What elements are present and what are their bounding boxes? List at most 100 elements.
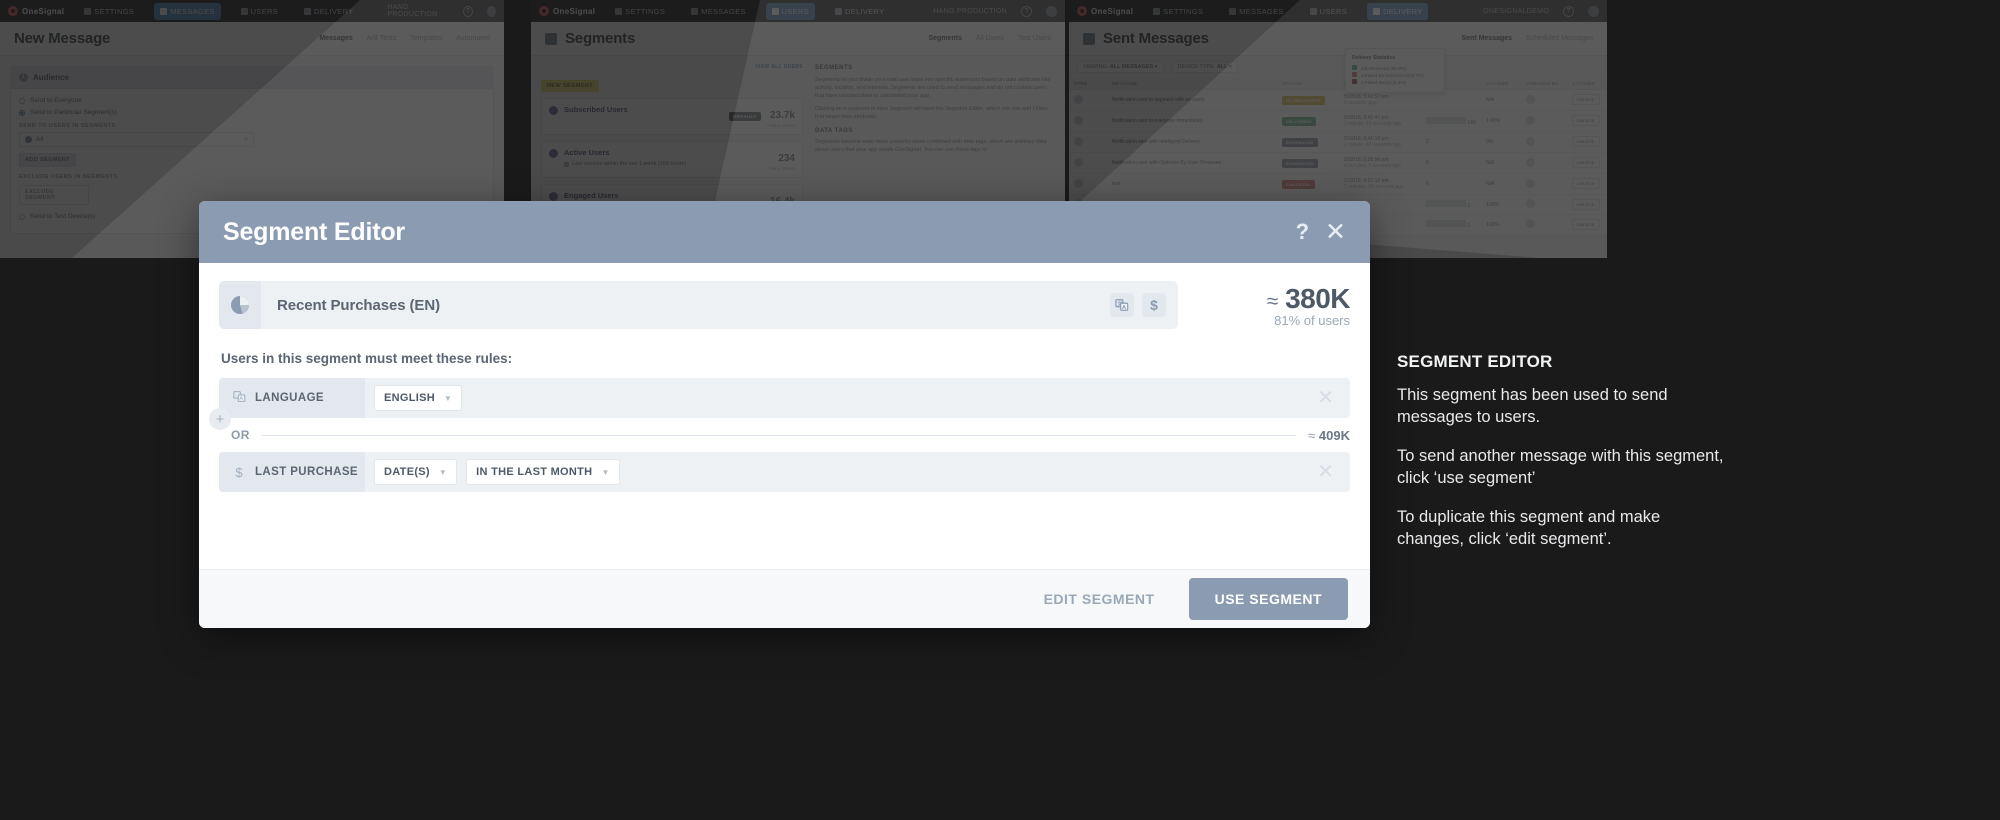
segment-count-label: View Users (769, 123, 795, 128)
delivery-bar (1426, 200, 1466, 207)
tab-sent-messages[interactable]: Sent Messages (1461, 35, 1512, 42)
nav-messages[interactable]: MESSAGES (1223, 3, 1290, 20)
table-row[interactable]: Notification sent with Intelligent Deliv… (1069, 131, 1607, 153)
user-avatar-icon[interactable] (486, 5, 496, 17)
user-avatar-icon[interactable] (1046, 5, 1057, 17)
nav-users[interactable]: USERS (235, 3, 284, 20)
tab-segments[interactable]: Segments (928, 35, 961, 42)
nav-delivery[interactable]: DELIVERY (298, 3, 359, 20)
app-name-label[interactable]: HANG PRODUCTION (387, 4, 449, 18)
help-icon[interactable]: ? (463, 5, 473, 17)
legend-swatch (1352, 65, 1357, 70)
nav-settings[interactable]: SETTINGS (1147, 3, 1209, 20)
new-segment-button[interactable]: NEW SEGMENT (541, 80, 599, 92)
segment-name-card[interactable]: Recent Purchases (EN) 文 A $ (219, 281, 1178, 329)
device-type-filter[interactable]: DEVICE TYPE: ALL ▾ (1171, 61, 1238, 73)
info-heading: SEGMENTS (815, 65, 853, 71)
table-row[interactable]: Notification sent to segment with no use… (1069, 89, 1607, 111)
account-label[interactable]: ONESIGNALDEMO (1483, 8, 1549, 15)
remove-rule-icon[interactable]: ✕ (1317, 388, 1334, 408)
cell-message: test (1107, 173, 1277, 195)
tab-messages[interactable]: Messages (319, 35, 352, 42)
rule-value-select-timeframe[interactable]: IN THE LAST MONTH ▼ (466, 459, 620, 485)
nav-label: MESSAGES (701, 6, 746, 16)
nav-messages[interactable]: MESSAGES (154, 2, 221, 20)
close-x-icon[interactable]: × (244, 136, 248, 143)
remove-rule-icon[interactable]: ✕ (1317, 462, 1334, 482)
close-x-icon[interactable]: ✕ (1325, 219, 1346, 245)
dollar-icon: $ (1142, 293, 1166, 317)
tab-templates[interactable]: Templates (410, 35, 442, 42)
delete-button[interactable]: DELETE (1572, 198, 1600, 210)
tab-test-users[interactable]: Test Users (1018, 35, 1051, 42)
viewing-filter[interactable]: VIEWING: ALL MESSAGES ▾ (1077, 61, 1164, 73)
segments-body: VIEW ALL USERS NEW SEGMENT Subscribed Us… (531, 56, 1065, 204)
modal-title: Segment Editor (223, 217, 405, 246)
tab-all-users[interactable]: All Users (976, 35, 1004, 42)
nav-delivery[interactable]: DELIVERY (1367, 2, 1429, 20)
nav-settings[interactable]: SETTINGS (609, 3, 671, 20)
cell-clicked: 1.43% (1481, 110, 1521, 132)
segment-list-item[interactable]: Subscribed Users DEFAULT 23.7k View User… (541, 98, 803, 135)
segment-name: Recent Purchases (EN) (277, 296, 440, 314)
cell-actions: DELETE (1567, 131, 1607, 153)
table-row[interactable]: Notification sent to everyone immediatel… (1069, 110, 1607, 132)
exclude-segment-button[interactable]: EXCLUDE SEGMENT (19, 185, 89, 205)
nav-delivery[interactable]: DELIVERY (829, 3, 890, 20)
tab-scheduled-messages[interactable]: Scheduled Messages (1526, 35, 1593, 42)
nav-messages[interactable]: MESSAGES (685, 3, 752, 20)
add-rule-button[interactable]: + (209, 408, 231, 430)
rule-value-select-dates[interactable]: DATE(S) ▼ (374, 459, 458, 485)
edit-segment-button[interactable]: EDIT SEGMENT (1030, 581, 1169, 617)
segment-badges: 文 A $ (1110, 293, 1178, 317)
audience-title: Audience (33, 73, 70, 82)
delete-button[interactable]: DELETE (1572, 115, 1600, 126)
cell-actions: DELETE (1567, 194, 1607, 215)
cell-sent-at: 5/18/18, 5:41:19 pm 1 minute, 43 seconds … (1339, 131, 1421, 153)
delete-button[interactable]: DELETE (1572, 94, 1600, 105)
nav-users[interactable]: USERS (765, 2, 816, 20)
user-avatar-icon[interactable] (1588, 5, 1599, 17)
people-icon (240, 7, 248, 15)
delete-button[interactable]: DELETE (1572, 218, 1600, 230)
view-all-users-link[interactable]: VIEW ALL USERS (541, 64, 803, 70)
question-mark-icon[interactable]: ? (1296, 221, 1309, 243)
segment-list-item[interactable]: Active Users Last session within the las… (541, 141, 803, 178)
tab-automated[interactable]: Automated (456, 35, 490, 42)
avatar (1526, 199, 1535, 208)
delete-button[interactable]: DELETE (1572, 136, 1600, 147)
use-segment-button[interactable]: USE SEGMENT (1188, 578, 1348, 620)
cell-delivery-bar: 0 (1421, 152, 1481, 174)
col-created-by: CREATED BY (1521, 78, 1567, 90)
help-icon[interactable]: ? (1563, 5, 1574, 17)
help-icon[interactable]: ? (1021, 5, 1032, 17)
segment-count: 234 (778, 153, 795, 164)
tab-ab-tests[interactable]: A/B Tests (367, 35, 396, 42)
nav-label: SETTINGS (1163, 6, 1204, 16)
brand-label: OneSignal (22, 6, 65, 16)
cell-clicked: N/A (1481, 152, 1521, 174)
segment-name: Active Users (564, 148, 610, 157)
app-name-label[interactable]: HANG PRODUCTION (933, 8, 1007, 15)
cell-created-by (1521, 89, 1567, 111)
delete-button[interactable]: DELETE (1572, 178, 1600, 189)
rule-field-cell[interactable]: A LANGUAGE (219, 378, 365, 418)
rule-value-select-language[interactable]: ENGLISH ▼ (374, 385, 463, 411)
count-value-row: ≈ 380K (1200, 283, 1351, 315)
info-icon: i (19, 73, 28, 82)
rule-field-cell[interactable]: $ LAST PURCHASE (219, 452, 365, 492)
table-row[interactable]: test CANCELED 5/18/18, 5:37:12 pm 5 minutes… (1069, 173, 1607, 195)
nav-label: SETTINGS (94, 6, 135, 16)
nav-settings[interactable]: SETTINGS (78, 3, 140, 20)
people-icon (771, 7, 779, 15)
cell-sent-at: 5/18/18, 5:41:47 pm 1 minute, 15 seconds … (1339, 110, 1421, 132)
radio-send-everyone[interactable]: Send to Everyone (19, 97, 485, 104)
segment-select-input[interactable]: All × (19, 132, 254, 147)
avatar (1526, 136, 1535, 146)
nav-users[interactable]: USERS (1304, 3, 1353, 20)
radio-send-segments[interactable]: Send to Particular Segment(s) (19, 109, 485, 116)
delete-button[interactable]: DELETE (1572, 157, 1600, 168)
table-row[interactable]: Notification sent with Optimize By User … (1069, 152, 1607, 174)
cell-delivery-bar (1421, 89, 1481, 111)
add-segment-button[interactable]: ADD SEGMENT (19, 153, 77, 167)
